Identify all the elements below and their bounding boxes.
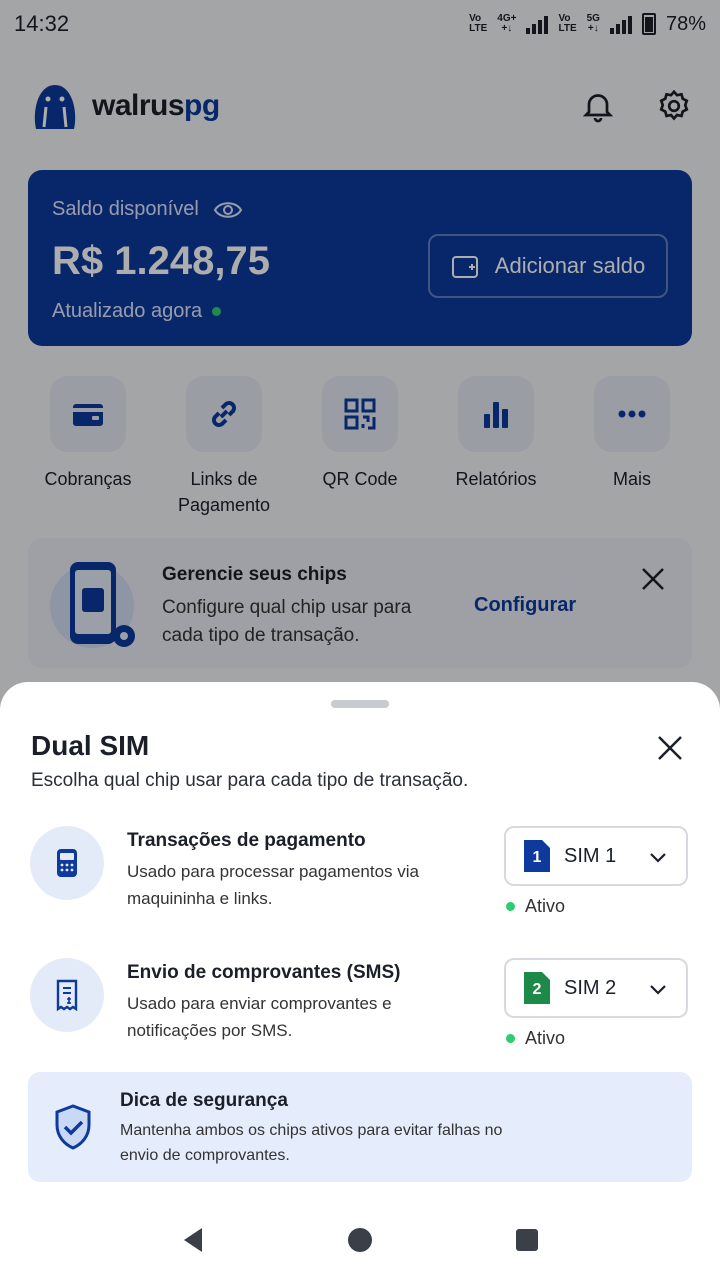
payment-sim-row: Transações de pagamento Usado para proce… (30, 826, 690, 936)
sms-sim-status: Ativo (506, 1028, 565, 1049)
home-icon[interactable] (345, 1225, 375, 1255)
payment-sim-select[interactable]: 1 SIM 1 (504, 826, 688, 886)
dual-sim-sheet: Dual SIM Escolha qual chip usar para cad… (0, 682, 720, 1280)
sms-sim-row: Envio de comprovantes (SMS) Usado para e… (30, 958, 690, 1068)
tip-title: Dica de segurança (120, 1090, 288, 1111)
sheet-subtitle: Escolha qual chip usar para cada tipo de… (31, 770, 469, 791)
system-nav-bar (0, 1200, 720, 1280)
sms-sim-value: SIM 2 (564, 976, 617, 999)
sms-row-description: Usado para enviar comprovantes e notific… (127, 994, 392, 1040)
shield-check-icon (55, 1104, 91, 1150)
sms-sim-select[interactable]: 2 SIM 2 (504, 958, 688, 1018)
sheet-title: Dual SIM (31, 730, 150, 761)
payment-sim-status: Ativo (506, 896, 565, 917)
sim-card-icon: 2 (524, 972, 550, 1004)
chevron-down-icon (650, 985, 666, 995)
card-machine-icon (57, 849, 77, 877)
sim-card-icon: 1 (524, 840, 550, 872)
back-icon[interactable] (178, 1225, 208, 1255)
active-dot (506, 1034, 515, 1043)
payment-sim-value: SIM 1 (564, 844, 617, 867)
chevron-down-icon (650, 853, 666, 863)
payment-row-title: Transações de pagamento (127, 830, 366, 851)
sms-row-title: Envio de comprovantes (SMS) (127, 962, 401, 983)
active-dot (506, 902, 515, 911)
tip-description: Mantenha ambos os chips ativos para evit… (120, 1122, 503, 1164)
close-sheet-icon[interactable] (656, 734, 684, 762)
security-tip: Dica de segurança Mantenha ambos os chip… (28, 1072, 692, 1182)
payment-row-description: Usado para processar pagamentos via maqu… (127, 862, 419, 908)
recents-icon[interactable] (512, 1225, 542, 1255)
sheet-drag-handle[interactable] (331, 700, 389, 708)
receipt-icon (56, 979, 78, 1012)
